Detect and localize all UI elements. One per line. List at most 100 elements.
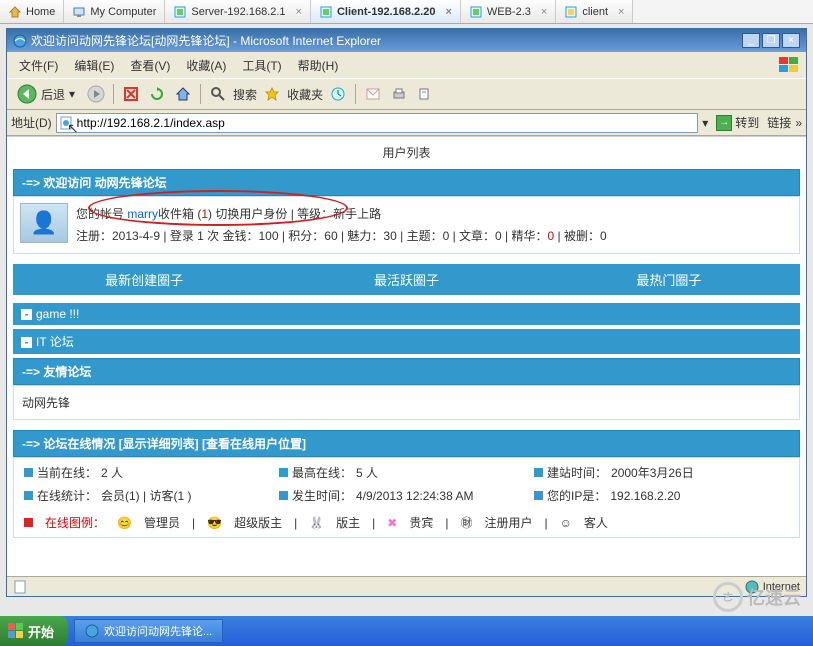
home-button[interactable] bbox=[172, 83, 194, 105]
internet-zone-icon bbox=[745, 580, 759, 594]
avatar: 👤 bbox=[20, 203, 68, 243]
user-line2: 注册：2013-4-9 | 登录 1 次 金钱：100 | 积分：60 | 魅力… bbox=[76, 225, 607, 247]
links-label[interactable]: 链接 bbox=[767, 114, 791, 131]
menu-view[interactable]: 查看(V) bbox=[122, 55, 178, 76]
vm-tab-web23[interactable]: WEB-2.3 × bbox=[461, 0, 556, 23]
page-icon bbox=[59, 116, 73, 130]
go-label: 转到 bbox=[735, 114, 759, 131]
online-stats: 当前在线：2 人 最高在线：5 人 建站时间：2000年3月26日 在线统计：会… bbox=[13, 457, 800, 538]
refresh-button[interactable] bbox=[146, 83, 168, 105]
ie-icon bbox=[13, 34, 27, 48]
toolbar: 后退 ▾ 搜索 收藏夹 bbox=[7, 78, 806, 110]
friend-content[interactable]: 动网先锋 bbox=[13, 385, 800, 420]
vm-tab-label: Server-192.168.2.1 bbox=[191, 6, 285, 18]
vm-tab-label: Home bbox=[26, 6, 55, 18]
vm-icon bbox=[319, 5, 333, 19]
menu-file[interactable]: 文件(F) bbox=[11, 55, 66, 76]
vm-icon bbox=[469, 5, 483, 19]
page-content[interactable]: 用户列表 -=> 欢迎访问 动网先锋论坛 👤 您的帐号 marry收件箱 (1)… bbox=[7, 136, 806, 576]
bullet-icon bbox=[24, 518, 33, 527]
back-label: 后退 bbox=[41, 86, 65, 103]
taskbar-item-label: 欢迎访问动网先锋论... bbox=[104, 623, 212, 639]
user-line1: 您的帐号 marry收件箱 (1) 切换用户身份 | 等级：新手上路 bbox=[76, 203, 607, 225]
view-location-link[interactable]: [查看在线用户位置] bbox=[199, 437, 306, 451]
tab-active[interactable]: 最活跃圈子 bbox=[275, 264, 537, 295]
history-button[interactable] bbox=[327, 83, 349, 105]
section-game[interactable]: -game !!! bbox=[13, 303, 800, 325]
favorites-label: 收藏夹 bbox=[287, 86, 323, 103]
start-button[interactable]: 开始 bbox=[0, 616, 68, 646]
taskbar: 开始 欢迎访问动网先锋论... bbox=[0, 616, 813, 646]
page-icon bbox=[13, 580, 27, 594]
tab-newest[interactable]: 最新创建圈子 bbox=[13, 264, 275, 295]
bullet-icon bbox=[24, 468, 33, 477]
computer-icon bbox=[72, 5, 86, 19]
windows-logo-icon bbox=[8, 623, 24, 639]
legend-vip-icon: ✖ bbox=[387, 516, 397, 530]
address-bar: 地址(D) ▾ → 转到 链接 » bbox=[7, 110, 806, 136]
print-button[interactable] bbox=[388, 83, 410, 105]
vm-icon bbox=[173, 5, 187, 19]
address-label: 地址(D) bbox=[11, 114, 52, 131]
ie-status-bar: Internet bbox=[7, 576, 806, 596]
forward-button[interactable] bbox=[85, 83, 107, 105]
chevron-right-icon[interactable]: » bbox=[795, 116, 802, 130]
section-it[interactable]: -IT 论坛 bbox=[13, 329, 800, 354]
back-icon bbox=[17, 84, 37, 104]
address-dropdown-icon[interactable]: ▾ bbox=[702, 116, 708, 130]
go-button[interactable]: → 转到 bbox=[712, 112, 763, 133]
home-icon bbox=[8, 5, 22, 19]
menu-help[interactable]: 帮助(H) bbox=[290, 55, 347, 76]
close-icon[interactable]: × bbox=[296, 6, 302, 18]
close-icon[interactable]: × bbox=[618, 6, 624, 18]
user-info-box: 👤 您的帐号 marry收件箱 (1) 切换用户身份 | 等级：新手上路 注册：… bbox=[13, 196, 800, 254]
vm-tab-label: Client-192.168.2.20 bbox=[337, 6, 435, 18]
ie-icon bbox=[85, 624, 99, 638]
collapse-icon[interactable]: - bbox=[21, 337, 32, 348]
bullet-icon bbox=[534, 468, 543, 477]
start-label: 开始 bbox=[28, 622, 54, 641]
legend-admin-icon: 😊 bbox=[117, 516, 132, 530]
address-input[interactable] bbox=[56, 113, 699, 133]
vm-tab-label: My Computer bbox=[90, 6, 156, 18]
dropdown-icon[interactable]: ▾ bbox=[69, 87, 75, 101]
menu-edit[interactable]: 编辑(E) bbox=[66, 55, 122, 76]
vm-tab-client[interactable]: client × bbox=[556, 0, 633, 23]
restore-button[interactable]: ❐ bbox=[762, 33, 780, 48]
minimize-button[interactable]: _ bbox=[742, 33, 760, 48]
detail-list-link[interactable]: [显示详细列表] bbox=[119, 437, 199, 451]
title-bar[interactable]: 欢迎访问动网先锋论坛[动网先锋论坛] - Microsoft Internet … bbox=[7, 29, 806, 52]
menu-favorites[interactable]: 收藏(A) bbox=[178, 55, 234, 76]
back-button[interactable]: 后退 ▾ bbox=[11, 82, 81, 106]
close-button[interactable]: × bbox=[782, 33, 800, 48]
vm-tab-label: client bbox=[582, 6, 608, 18]
online-bar: -=> 论坛在线情况 [显示详细列表] [查看在线用户位置] bbox=[13, 430, 800, 457]
taskbar-item[interactable]: 欢迎访问动网先锋论... bbox=[74, 619, 223, 643]
legend-guest-icon: ☺ bbox=[560, 516, 572, 530]
tab-hot[interactable]: 最热门圈子 bbox=[538, 264, 800, 295]
vm-tab-bar: Home My Computer Server-192.168.2.1 × Cl… bbox=[0, 0, 813, 24]
zone-label: Internet bbox=[763, 581, 800, 593]
welcome-bar: -=> 欢迎访问 动网先锋论坛 bbox=[13, 169, 800, 196]
vm-tab-home[interactable]: Home bbox=[0, 0, 64, 23]
menu-tools[interactable]: 工具(T) bbox=[234, 55, 289, 76]
close-icon[interactable]: × bbox=[541, 6, 547, 18]
windows-logo-icon bbox=[776, 54, 802, 76]
userlist-link[interactable]: 用户列表 bbox=[13, 141, 800, 169]
mail-button[interactable] bbox=[362, 83, 384, 105]
legend-supermod-icon: 😎 bbox=[207, 516, 222, 530]
stop-button[interactable] bbox=[120, 83, 142, 105]
vm-tab-mycomputer[interactable]: My Computer bbox=[64, 0, 165, 23]
username-link[interactable]: marry bbox=[127, 207, 158, 221]
close-icon[interactable]: × bbox=[445, 6, 451, 18]
circle-tabs: 最新创建圈子 最活跃圈子 最热门圈子 bbox=[13, 264, 800, 295]
vm-tab-label: WEB-2.3 bbox=[487, 6, 531, 18]
edit-button[interactable] bbox=[414, 83, 436, 105]
collapse-icon[interactable]: - bbox=[21, 309, 32, 320]
window-title: 欢迎访问动网先锋论坛[动网先锋论坛] - Microsoft Internet … bbox=[31, 32, 381, 49]
vm-tab-client220[interactable]: Client-192.168.2.20 × bbox=[311, 0, 461, 23]
favorites-button[interactable] bbox=[261, 83, 283, 105]
legend-label: 在线图例： bbox=[45, 514, 105, 531]
vm-tab-server[interactable]: Server-192.168.2.1 × bbox=[165, 0, 311, 23]
search-button[interactable] bbox=[207, 83, 229, 105]
